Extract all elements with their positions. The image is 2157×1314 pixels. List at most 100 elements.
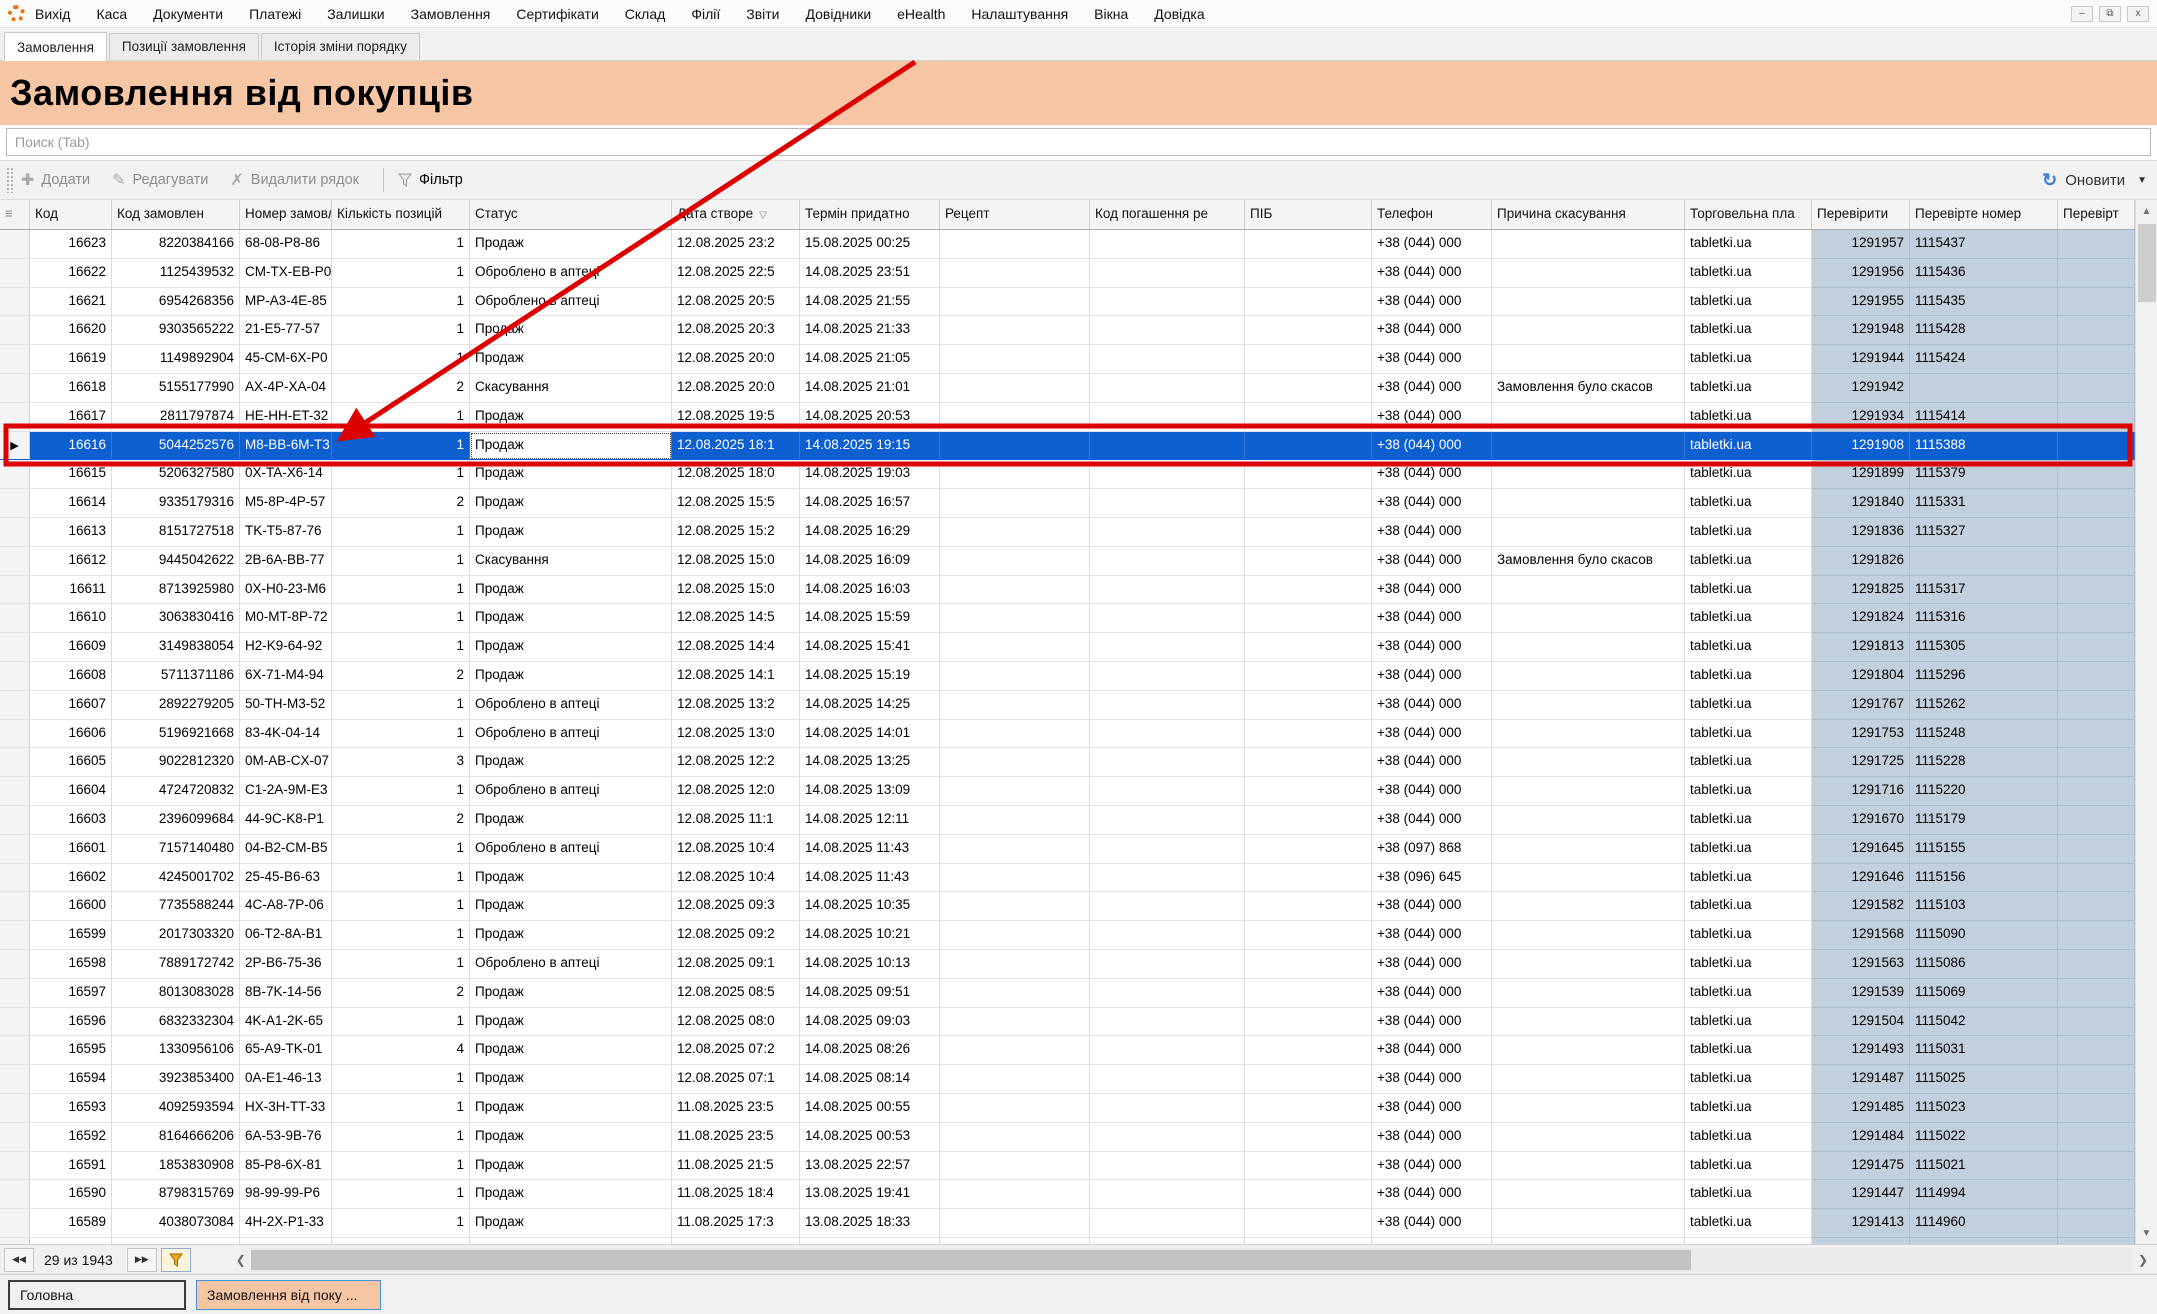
horizontal-scrollbar[interactable] xyxy=(251,1248,2131,1272)
cell-receipt[interactable] xyxy=(940,892,1090,921)
table-row[interactable]: 16606519692166883-4K-04-141Оброблено в а… xyxy=(0,720,2135,749)
cell-created[interactable]: 12.08.2025 15:0 xyxy=(672,576,800,605)
filter-toggle-button[interactable] xyxy=(161,1248,191,1272)
cell-order_number[interactable]: 04-B2-CM-B5 xyxy=(240,835,332,864)
cell-status[interactable]: Оброблено в аптеці xyxy=(470,835,672,864)
cell-cancel_reason[interactable] xyxy=(1492,288,1685,317)
cell-created[interactable]: 12.08.2025 13:2 xyxy=(672,691,800,720)
cell-qty[interactable]: 2 xyxy=(332,374,470,403)
cell-receipt[interactable] xyxy=(940,230,1090,259)
cell-created[interactable]: 12.08.2025 20:3 xyxy=(672,316,800,345)
cell-order_number[interactable]: MP-A3-4E-85 xyxy=(240,288,332,317)
table-row[interactable]: 166103063830416M0-MT-8P-721Продаж12.08.2… xyxy=(0,604,2135,633)
cell-code[interactable]: 16607 xyxy=(30,691,112,720)
cell-qty[interactable]: 1 xyxy=(332,316,470,345)
cell-qty[interactable]: 1 xyxy=(332,604,470,633)
cell-created[interactable]: 12.08.2025 08:5 xyxy=(672,979,800,1008)
cell-phone[interactable]: +38 (044) 000 xyxy=(1372,892,1492,921)
cell-check_number[interactable]: 1115090 xyxy=(1910,921,2058,950)
cell-created[interactable]: 12.08.2025 14:4 xyxy=(672,633,800,662)
cell-code[interactable]: 16602 xyxy=(30,864,112,893)
cell-status[interactable]: Продаж xyxy=(470,1152,672,1181)
table-row[interactable]: 166093149838054H2-K9-64-921Продаж12.08.2… xyxy=(0,633,2135,662)
cell-expires[interactable]: 14.08.2025 23:51 xyxy=(800,259,940,288)
cell-order_code[interactable]: 8013083028 xyxy=(112,979,240,1008)
cell-platform[interactable]: tabletki.ua xyxy=(1685,777,1812,806)
cell-qty[interactable]: 1 xyxy=(332,1065,470,1094)
cell-phone[interactable]: +38 (096) 645 xyxy=(1372,864,1492,893)
table-row[interactable]: 1659439238534000A-E1-46-131Продаж12.08.2… xyxy=(0,1065,2135,1094)
cell-check_number[interactable]: 1115327 xyxy=(1910,518,2058,547)
cell-platform[interactable]: tabletki.ua xyxy=(1685,604,1812,633)
menu-item[interactable]: Вікна xyxy=(1094,6,1128,22)
cell-check[interactable]: 1291725 xyxy=(1812,748,1910,777)
cell-order_code[interactable]: 8164666206 xyxy=(112,1123,240,1152)
cell-pib[interactable] xyxy=(1245,518,1372,547)
cell-created[interactable]: 12.08.2025 10:4 xyxy=(672,835,800,864)
cell-status[interactable]: Продаж xyxy=(470,662,672,691)
cell-receipt[interactable] xyxy=(940,518,1090,547)
cell-cancel_reason[interactable] xyxy=(1492,460,1685,489)
cell-check_number[interactable]: 1115228 xyxy=(1910,748,2058,777)
cell-created[interactable]: 12.08.2025 10:4 xyxy=(672,864,800,893)
cell-redeem_code[interactable] xyxy=(1090,460,1245,489)
cell-status[interactable]: Оброблено в аптеці xyxy=(470,1238,672,1244)
cell-check_extra[interactable] xyxy=(2058,864,2135,893)
cell-phone[interactable]: +38 (044) 000 xyxy=(1372,403,1492,432)
cell-order_number[interactable]: M0-MT-8P-72 xyxy=(240,604,332,633)
column-header-order_code[interactable]: Код замовлен xyxy=(112,200,240,229)
cell-check_extra[interactable] xyxy=(2058,748,2135,777)
cell-check[interactable]: 1291813 xyxy=(1812,633,1910,662)
cell-pib[interactable] xyxy=(1245,892,1372,921)
cell-redeem_code[interactable] xyxy=(1090,1238,1245,1244)
cell-check[interactable]: 1291957 xyxy=(1812,230,1910,259)
cell-check_number[interactable]: 1114960 xyxy=(1910,1209,2058,1238)
cell-check[interactable]: 1291804 xyxy=(1812,662,1910,691)
cell-platform[interactable]: tabletki.ua xyxy=(1685,460,1812,489)
cell-order_number[interactable]: HE-HH-ET-32 xyxy=(240,403,332,432)
cell-receipt[interactable] xyxy=(940,691,1090,720)
cell-check[interactable]: 1291645 xyxy=(1812,835,1910,864)
cell-order_code[interactable]: 7157140480 xyxy=(112,835,240,864)
cell-pib[interactable] xyxy=(1245,345,1372,374)
cell-redeem_code[interactable] xyxy=(1090,979,1245,1008)
cell-check_extra[interactable] xyxy=(2058,403,2135,432)
cell-check_extra[interactable] xyxy=(2058,288,2135,317)
cell-phone[interactable]: +38 (044) 000 xyxy=(1372,1036,1492,1065)
cell-redeem_code[interactable] xyxy=(1090,806,1245,835)
menu-item[interactable]: Склад xyxy=(625,6,666,22)
cell-cancel_reason[interactable] xyxy=(1492,806,1685,835)
cell-order_number[interactable]: AX-4P-XA-04 xyxy=(240,374,332,403)
cell-check_extra[interactable] xyxy=(2058,489,2135,518)
cell-check_number[interactable]: 1115424 xyxy=(1910,345,2058,374)
cell-qty[interactable]: 1 xyxy=(332,576,470,605)
cell-order_code[interactable]: 8713925980 xyxy=(112,576,240,605)
cell-platform[interactable]: tabletki.ua xyxy=(1685,950,1812,979)
scroll-down-icon[interactable]: ▼ xyxy=(2136,1222,2157,1244)
cell-redeem_code[interactable] xyxy=(1090,662,1245,691)
cell-redeem_code[interactable] xyxy=(1090,950,1245,979)
table-row[interactable]: 16603239609968444-9C-K8-P12Продаж12.08.2… xyxy=(0,806,2135,835)
tab-item[interactable]: Історія зміни порядку xyxy=(261,33,420,60)
cell-check_extra[interactable] xyxy=(2058,777,2135,806)
cell-pib[interactable] xyxy=(1245,230,1372,259)
cell-qty[interactable]: 1 xyxy=(332,921,470,950)
cell-pib[interactable] xyxy=(1245,604,1372,633)
tab-item[interactable]: Позиції замовлення xyxy=(109,33,259,60)
cell-check_number[interactable] xyxy=(1910,547,2058,576)
cell-check_number[interactable]: 1115428 xyxy=(1910,316,2058,345)
cell-redeem_code[interactable] xyxy=(1090,230,1245,259)
cell-receipt[interactable] xyxy=(940,979,1090,1008)
cell-receipt[interactable] xyxy=(940,1008,1090,1037)
cell-order_code[interactable]: 2396099684 xyxy=(112,806,240,835)
cell-receipt[interactable] xyxy=(940,288,1090,317)
cell-cancel_reason[interactable] xyxy=(1492,777,1685,806)
table-row[interactable]: 1661187139259800X-H0-23-M61Продаж12.08.2… xyxy=(0,576,2135,605)
column-header-qty[interactable]: Кількість позицій xyxy=(332,200,470,229)
cell-expires[interactable]: 13.08.2025 18:33 xyxy=(800,1209,940,1238)
cell-order_number[interactable]: 06-T2-8A-B1 xyxy=(240,921,332,950)
cell-qty[interactable]: 2 xyxy=(332,979,470,1008)
cell-qty[interactable]: 1 xyxy=(332,432,470,461)
cell-order_number[interactable]: H2-K9-64-92 xyxy=(240,633,332,662)
cell-code[interactable]: 16611 xyxy=(30,576,112,605)
